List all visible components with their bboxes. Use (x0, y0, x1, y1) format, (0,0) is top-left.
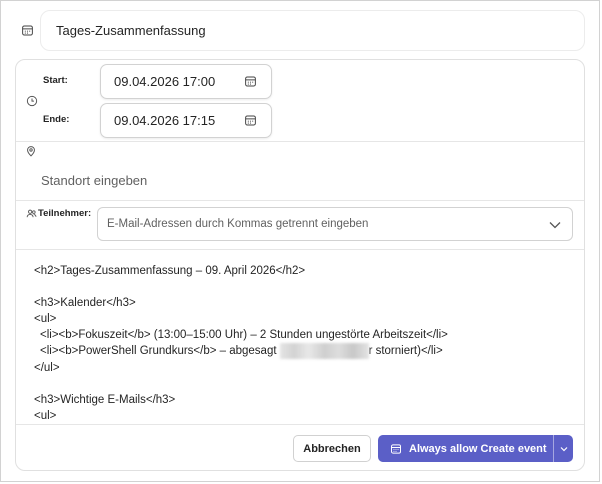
calendar-icon (390, 443, 402, 455)
end-label: Ende: (43, 114, 70, 125)
divider (16, 424, 584, 425)
end-datetime-field[interactable] (100, 103, 272, 138)
location-input[interactable] (40, 169, 570, 191)
calendar-icon (21, 24, 34, 37)
location-pin-icon (25, 145, 37, 157)
body-line: <ul> (34, 409, 57, 419)
attendees-field[interactable] (97, 207, 573, 241)
attendees-input[interactable] (98, 208, 538, 240)
body-blank-line (34, 279, 574, 295)
body-line: <h2>Tages-Zusammenfassung – 09. April 20… (34, 265, 306, 277)
chevron-down-icon (560, 446, 568, 452)
divider (16, 141, 584, 142)
body-line: <li><b>PowerShell Grundkurs</b> – abgesa… (34, 343, 574, 360)
end-datetime-input[interactable] (101, 104, 241, 137)
event-body-editor[interactable]: <h2>Tages-Zusammenfassung – 09. April 20… (16, 250, 584, 419)
cancel-button[interactable]: Abbrechen (293, 435, 371, 462)
create-event-button[interactable]: Always allow Create event (378, 435, 553, 462)
start-label: Start: (43, 75, 68, 86)
calendar-icon[interactable] (244, 114, 257, 127)
attendees-label: Teilnehmer: (38, 208, 92, 219)
divider (16, 200, 584, 201)
body-line: <ul> (34, 313, 57, 326)
editor-content[interactable]: <h2>Tages-Zusammenfassung – 09. April 20… (34, 263, 574, 419)
body-line-segment: r storniert)</li> (368, 345, 443, 358)
body-line: <h3>Kalender</h3> (34, 297, 136, 310)
body-line: <h3>Wichtige E-Mails</h3> (34, 393, 176, 406)
calendar-icon[interactable] (244, 75, 257, 88)
start-datetime-input[interactable] (101, 65, 241, 98)
create-event-button-label: Always allow Create event (409, 442, 547, 455)
create-event-options-button[interactable] (553, 435, 573, 462)
body-line: <li><b>Fokuszeit</b> (13:00–15:00 Uhr) –… (40, 329, 448, 342)
start-datetime-field[interactable] (100, 64, 272, 99)
redacted-blur (279, 343, 369, 360)
people-icon (26, 208, 37, 219)
clock-icon (26, 95, 38, 107)
chevron-down-icon[interactable] (549, 221, 561, 229)
event-title-field[interactable] (40, 10, 585, 51)
cancel-button-label: Abbrechen (303, 442, 361, 455)
event-title-input[interactable] (41, 11, 584, 50)
body-line: </ul> (34, 361, 60, 374)
body-line-segment: <li><b>PowerShell Grundkurs</b> – abgesa… (40, 345, 277, 358)
body-blank-line (34, 376, 574, 392)
